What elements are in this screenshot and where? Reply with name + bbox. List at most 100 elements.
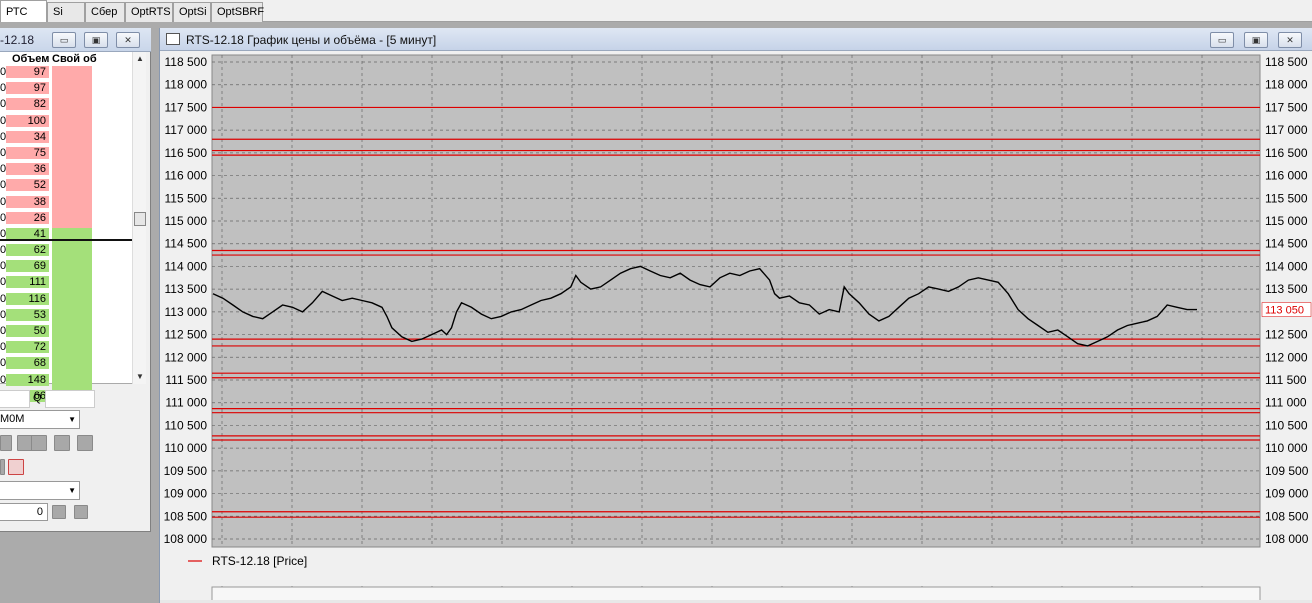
order-book-row[interactable]: 0 69 — [0, 260, 132, 277]
order-book-row[interactable]: 0 41 — [0, 227, 132, 245]
y-tick-label-left: 118 500 — [165, 55, 208, 69]
order-book-titlebar[interactable]: -12.18 ▭ ▣ ✕ — [0, 28, 151, 52]
toolbar-small-icon[interactable] — [0, 459, 5, 475]
row-own-volume — [52, 244, 92, 261]
order-book-row[interactable]: 0 52 — [0, 179, 132, 196]
y-tick-label-left: 108 000 — [164, 532, 208, 546]
order-book-row[interactable]: 0 68 — [0, 357, 132, 374]
order-book-row[interactable]: 0 116 — [0, 292, 132, 309]
quantity-label: Q — [33, 392, 42, 404]
scroll-down-icon[interactable]: ▼ — [136, 372, 144, 381]
restore-button[interactable]: ▣ — [1244, 32, 1268, 48]
y-tick-label-left: 109 000 — [164, 487, 208, 501]
order-book-row[interactable]: 0 34 — [0, 130, 132, 147]
row-volume: 82 — [6, 98, 49, 111]
account-select[interactable]: M0M ▼ — [0, 410, 80, 429]
chart-title: RTS-12.18 График цены и объёма - [5 мину… — [186, 33, 437, 47]
y-tick-label-left: 113 000 — [165, 305, 208, 319]
toolbar-levels-icon[interactable] — [31, 435, 47, 451]
tab-rts[interactable]: РТС — [0, 0, 47, 22]
y-tick-label-left: 108 500 — [164, 509, 208, 523]
tab-optrts[interactable]: OptRTS — [125, 2, 173, 22]
order-book-scrollbar[interactable]: ▲ ▼ — [132, 52, 146, 384]
toolbar-settings-icon[interactable] — [54, 435, 70, 451]
row-own-volume — [52, 341, 92, 358]
row-own-volume — [52, 130, 92, 147]
order-book-table[interactable]: Объем Свой об 0 97 0 97 0 82 0 100 0 34 0 75 0 36 0 52 0… — [0, 52, 146, 406]
tab-label: OptRTS — [131, 6, 171, 18]
y-tick-label-right: 113 500 — [1265, 282, 1308, 296]
cancel-orders-icon[interactable] — [8, 459, 24, 475]
tab-sber[interactable]: Сбер — [85, 2, 125, 22]
y-tick-label-left: 111 500 — [165, 373, 207, 387]
row-volume: 34 — [6, 130, 49, 143]
toolbar-extra-icon[interactable] — [77, 435, 93, 451]
y-tick-label-right: 112 500 — [1265, 328, 1308, 342]
y-tick-label-right: 108 500 — [1265, 509, 1309, 523]
row-volume: 97 — [6, 66, 49, 78]
spinner-button[interactable] — [52, 505, 66, 519]
order-book-row[interactable]: 0 97 — [0, 82, 132, 99]
tab-label: Сбер — [91, 6, 118, 18]
row-own-volume — [52, 211, 92, 228]
y-tick-label-left: 112 500 — [165, 328, 208, 342]
price-input[interactable] — [0, 390, 30, 408]
y-tick-label-left: 113 500 — [165, 282, 208, 296]
minimize-button[interactable]: ▭ — [1210, 32, 1234, 48]
quantity-input[interactable] — [45, 390, 95, 408]
header-volume: Объем — [12, 53, 50, 65]
order-book-row[interactable]: 0 148 — [0, 373, 132, 390]
close-button[interactable]: ✕ — [1278, 32, 1302, 48]
y-tick-label-left: 114 500 — [165, 237, 208, 251]
y-tick-label-left: 109 500 — [164, 464, 208, 478]
minimize-button[interactable]: ▭ — [52, 32, 76, 48]
scrollbar-thumb[interactable] — [134, 212, 146, 226]
tab-optsbrf[interactable]: OptSBRF — [211, 2, 264, 22]
price-chart[interactable]: 108 000 108 000 108 500 108 500 109 000 109 0… — [160, 51, 1312, 600]
order-book-row[interactable]: 0 38 — [0, 195, 132, 212]
tab-label: Si — [53, 6, 63, 18]
tab-si[interactable]: Si — [47, 2, 85, 22]
y-tick-label-left: 115 500 — [165, 191, 208, 205]
toolbar-buy-icon[interactable] — [0, 435, 12, 451]
order-book-row[interactable]: 0 111 — [0, 276, 132, 293]
row-own-volume — [52, 227, 92, 245]
close-button[interactable]: ✕ — [116, 32, 140, 48]
chart-titlebar[interactable]: RTS-12.18 График цены и объёма - [5 мину… — [160, 28, 1312, 51]
row-own-volume — [52, 163, 92, 180]
row-own-volume — [52, 260, 92, 277]
restore-button[interactable]: ▣ — [84, 32, 108, 48]
scroll-up-icon[interactable]: ▲ — [136, 54, 144, 63]
row-volume: 26 — [6, 211, 49, 224]
legend-label: RTS-12.18 [Price] — [212, 554, 307, 568]
order-book-row[interactable]: 0 36 — [0, 163, 132, 180]
y-tick-label-right: 117 500 — [1265, 100, 1308, 114]
y-tick-label-left: 115 000 — [165, 214, 208, 228]
order-book-row[interactable]: 0 100 — [0, 114, 132, 131]
order-book-row[interactable]: 0 75 — [0, 146, 132, 164]
y-tick-label-right: 118 000 — [1265, 78, 1308, 92]
order-book-row[interactable]: 0 97 — [0, 66, 132, 83]
y-tick-label-right: 110 500 — [1265, 418, 1308, 432]
order-book-row[interactable]: 0 53 — [0, 308, 132, 325]
order-book-row[interactable]: 0 50 — [0, 325, 132, 342]
quantity-spinner[interactable]: 0 — [0, 503, 48, 521]
row-own-volume — [52, 82, 92, 99]
order-book-row[interactable]: 0 26 — [0, 211, 132, 228]
send-order-button[interactable] — [74, 505, 88, 519]
order-book-row[interactable]: 0 62 — [0, 244, 132, 261]
chart-window-icon — [166, 33, 180, 45]
order-book-row[interactable]: 0 72 — [0, 341, 132, 358]
time-axis-band — [211, 586, 1261, 600]
row-volume: 69 — [6, 260, 49, 273]
row-volume: 97 — [6, 82, 49, 95]
row-volume: 68 — [6, 357, 49, 370]
order-book-row[interactable]: 0 82 — [0, 98, 132, 115]
row-own-volume — [52, 195, 92, 212]
row-volume: 72 — [6, 341, 49, 354]
order-type-select[interactable]: ▼ — [0, 481, 80, 500]
tab-optsi[interactable]: OptSi — [173, 2, 211, 22]
row-own-volume — [52, 325, 92, 342]
y-tick-label-left: 118 000 — [165, 78, 208, 92]
header-own-volume: Свой об — [52, 53, 97, 65]
